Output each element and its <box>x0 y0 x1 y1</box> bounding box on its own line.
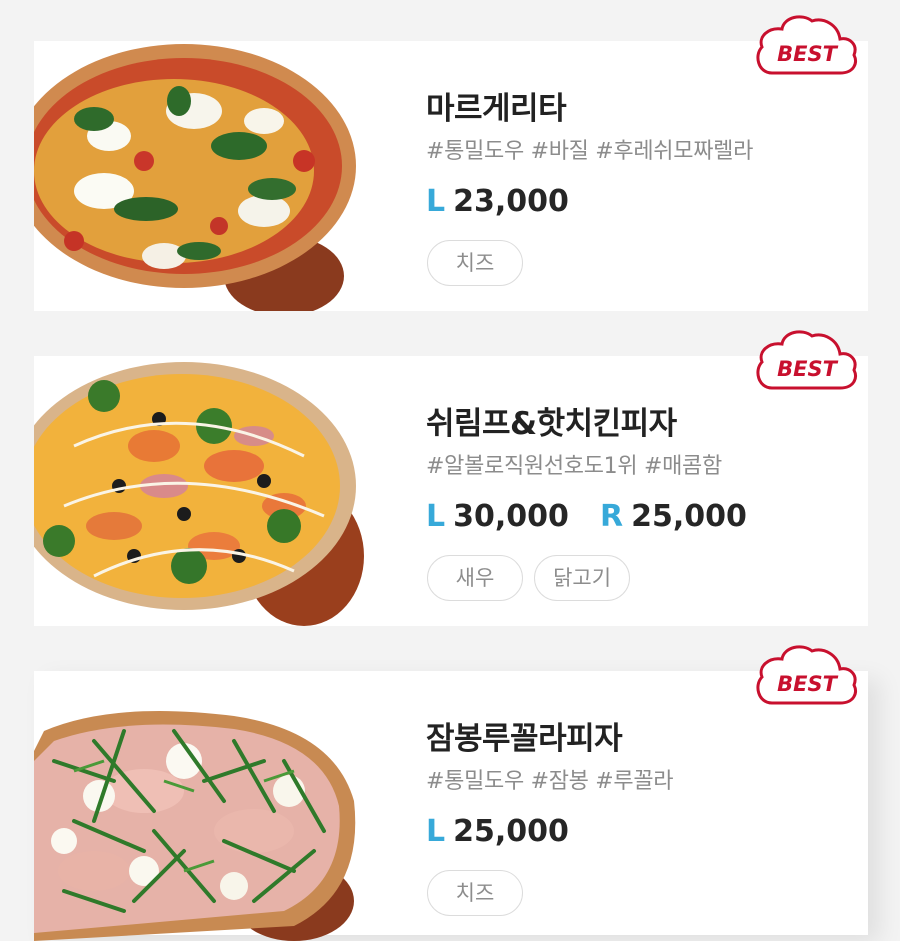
best-badge-text: BEST <box>777 42 838 66</box>
menu-name: 마르게리타 <box>426 91 567 127</box>
topping-chips: 치즈 <box>427 870 529 916</box>
topping-chips: 치즈 <box>427 240 529 286</box>
menu-card-shrimp-hot-chicken[interactable]: 쉬림프&핫치킨피자 #알볼로직원선호도1위 #매콤함 L 30,000 R 25,0… <box>34 330 868 626</box>
best-badge-text: BEST <box>777 672 838 696</box>
topping-chips: 새우 닭고기 <box>427 555 636 601</box>
menu-card-margherita[interactable]: 마르게리타 #통밀도우 #바질 #후레쉬모짜렐라 L 23,000 치즈 BEST <box>34 15 868 311</box>
menu-tags: #통밀도우 #바질 #후레쉬모짜렐라 <box>426 139 754 164</box>
topping-chip[interactable]: 치즈 <box>427 240 523 286</box>
topping-chip[interactable]: 닭고기 <box>534 555 631 601</box>
menu-name: 잠봉루꼴라피자 <box>426 721 623 757</box>
pizza-image-shrimp-hot-chicken[interactable] <box>34 356 364 626</box>
topping-chip[interactable]: 새우 <box>427 555 523 601</box>
menu-name: 쉬림프&핫치킨피자 <box>426 406 677 442</box>
price-regular: R 25,000 <box>600 499 747 534</box>
best-badge-icon: BEST <box>756 15 857 75</box>
price-list: L 30,000 R 25,000 <box>426 499 773 534</box>
pizza-image-jambon-arugula[interactable] <box>34 671 364 941</box>
topping-chip[interactable]: 치즈 <box>427 870 523 916</box>
price-large: L 25,000 <box>426 814 569 849</box>
price-list: L 25,000 <box>426 814 595 849</box>
pizza-image-margherita[interactable] <box>34 41 364 311</box>
best-badge-icon: BEST <box>756 645 857 705</box>
price-large: L 30,000 <box>426 499 569 534</box>
price-list: L 23,000 <box>426 184 595 219</box>
price-large: L 23,000 <box>426 184 569 219</box>
menu-tags: #통밀도우 #잠봉 #루꼴라 <box>426 769 674 794</box>
menu-card-jambon-arugula[interactable]: 잠봉루꼴라피자 #통밀도우 #잠봉 #루꼴라 L 25,000 치즈 BEST <box>34 645 868 941</box>
best-badge-text: BEST <box>777 357 838 381</box>
menu-tags: #알볼로직원선호도1위 #매콤함 <box>426 454 722 479</box>
best-badge-icon: BEST <box>756 330 857 390</box>
